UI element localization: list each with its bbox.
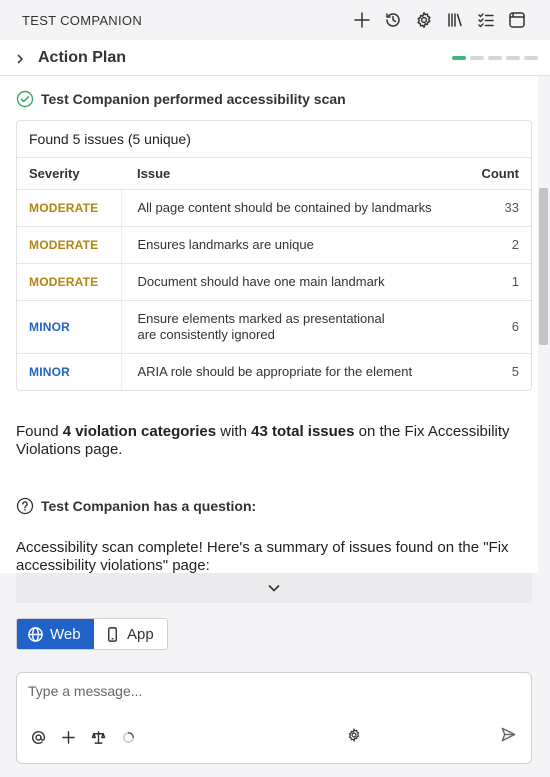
- action-plan-header[interactable]: Action Plan: [0, 40, 550, 76]
- chevron-right-icon: [14, 52, 26, 64]
- table-row: MODERATE Document should have one main l…: [17, 263, 531, 301]
- spinner-icon: [123, 731, 134, 743]
- plus-icon: [62, 730, 75, 744]
- scale-icon: [91, 730, 106, 744]
- issue-cell: ARIA role should be appropriate for the …: [137, 364, 413, 380]
- attach-button[interactable]: [61, 726, 91, 748]
- gear-icon: [416, 12, 431, 28]
- issues-found-text: Found 5 issues (5 unique): [17, 121, 531, 158]
- severity-badge: MINOR: [29, 365, 70, 380]
- scrollbar-thumb[interactable]: [539, 188, 548, 345]
- checklist-icon: [477, 13, 494, 28]
- severity-badge: MODERATE: [29, 238, 99, 252]
- issues-table: Severity Issue Count MODERATE All page c…: [17, 158, 531, 390]
- issue-cell: Document should have one main landmark: [121, 263, 471, 301]
- issue-cell: Ensures landmarks are unique: [121, 226, 471, 264]
- chevron-down-icon: [268, 584, 280, 592]
- app-mode-label: App: [127, 625, 154, 643]
- web-mode-label: Web: [50, 625, 81, 643]
- mention-button[interactable]: [31, 726, 61, 748]
- composer-tools: [31, 726, 151, 748]
- issue-cell: All page content should be contained by …: [121, 189, 471, 227]
- question-heading-text: Test Companion has a question:: [41, 498, 257, 514]
- scan-heading-text: Test Companion performed accessibility s…: [41, 90, 346, 107]
- column-header-severity: Severity: [17, 158, 121, 190]
- settings-button[interactable]: [408, 6, 439, 34]
- severity-badge: MINOR: [29, 319, 70, 334]
- message-input[interactable]: [28, 683, 508, 699]
- panel-title: TEST COMPANION: [22, 12, 143, 28]
- answer-text: Accessibility scan complete! Here's a su…: [16, 539, 509, 573]
- gear-icon: [348, 727, 360, 743]
- new-chat-button[interactable]: [346, 6, 377, 34]
- action-plan-progress: [452, 55, 538, 60]
- rules-button[interactable]: [91, 726, 121, 748]
- progress-step: [506, 55, 520, 60]
- message-composer: [16, 672, 532, 764]
- panel-icon: [508, 12, 525, 28]
- library-icon: [447, 13, 462, 27]
- progress-step: [452, 55, 466, 60]
- count-cell: 1: [471, 263, 531, 301]
- toolbar: [346, 6, 532, 34]
- expand-bar[interactable]: [16, 573, 532, 603]
- progress-step: [524, 55, 538, 60]
- count-cell: 5: [511, 364, 519, 380]
- at-sign-icon: [32, 730, 46, 744]
- table-row: MODERATE All page content should be cont…: [17, 189, 531, 227]
- severity-badge: MODERATE: [29, 201, 99, 215]
- web-mode-button[interactable]: Web: [17, 619, 94, 649]
- table-row: MINOR Ensure elements marked as presenta…: [17, 300, 531, 354]
- severity-badge: MODERATE: [29, 275, 99, 289]
- mode-toggle: Web App: [16, 618, 168, 650]
- chat-content: Test Companion performed accessibility s…: [0, 76, 538, 573]
- count-cell: 2: [471, 226, 531, 264]
- mobile-phone-icon: [108, 626, 117, 642]
- send-button[interactable]: [500, 726, 517, 748]
- violation-categories: 4 violation categories: [62, 423, 217, 440]
- question-heading: Test Companion has a question:: [0, 459, 538, 515]
- send-icon: [501, 727, 516, 742]
- progress-step: [470, 55, 484, 60]
- history-icon: [385, 13, 400, 27]
- question-circle-icon: [16, 497, 34, 515]
- composer-settings-button[interactable]: [347, 727, 361, 747]
- column-header-count: Count: [471, 158, 531, 190]
- app-mode-button[interactable]: App: [94, 619, 167, 649]
- check-circle-icon: [16, 90, 34, 107]
- top-bar: TEST COMPANION: [0, 0, 550, 40]
- issue-cell: Ensure elements marked as presentational…: [121, 300, 471, 354]
- total-issues: 43 total issues: [251, 423, 355, 440]
- count-cell: 33: [471, 189, 531, 227]
- count-cell: 6: [471, 300, 531, 354]
- action-plan-title: Action Plan: [38, 48, 127, 66]
- checklist-button[interactable]: [470, 6, 501, 34]
- table-row: MODERATE Ensures landmarks are unique 2: [17, 226, 531, 264]
- scan-heading: Test Companion performed accessibility s…: [0, 76, 538, 108]
- history-button[interactable]: [377, 6, 408, 34]
- library-button[interactable]: [439, 6, 470, 34]
- plus-icon: [353, 12, 370, 28]
- column-header-issue: Issue: [121, 158, 471, 190]
- globe-icon: [28, 626, 43, 642]
- table-row: MINOR ARIA role should be appropriate fo…: [17, 353, 531, 390]
- toggle-panel-button[interactable]: [501, 6, 532, 34]
- loading-indicator: [121, 726, 151, 748]
- summary-text: Found 4 violation categories with 43 tot…: [16, 423, 510, 458]
- progress-step: [488, 55, 502, 60]
- issues-card: Found 5 issues (5 unique) Severity Issue…: [16, 120, 532, 391]
